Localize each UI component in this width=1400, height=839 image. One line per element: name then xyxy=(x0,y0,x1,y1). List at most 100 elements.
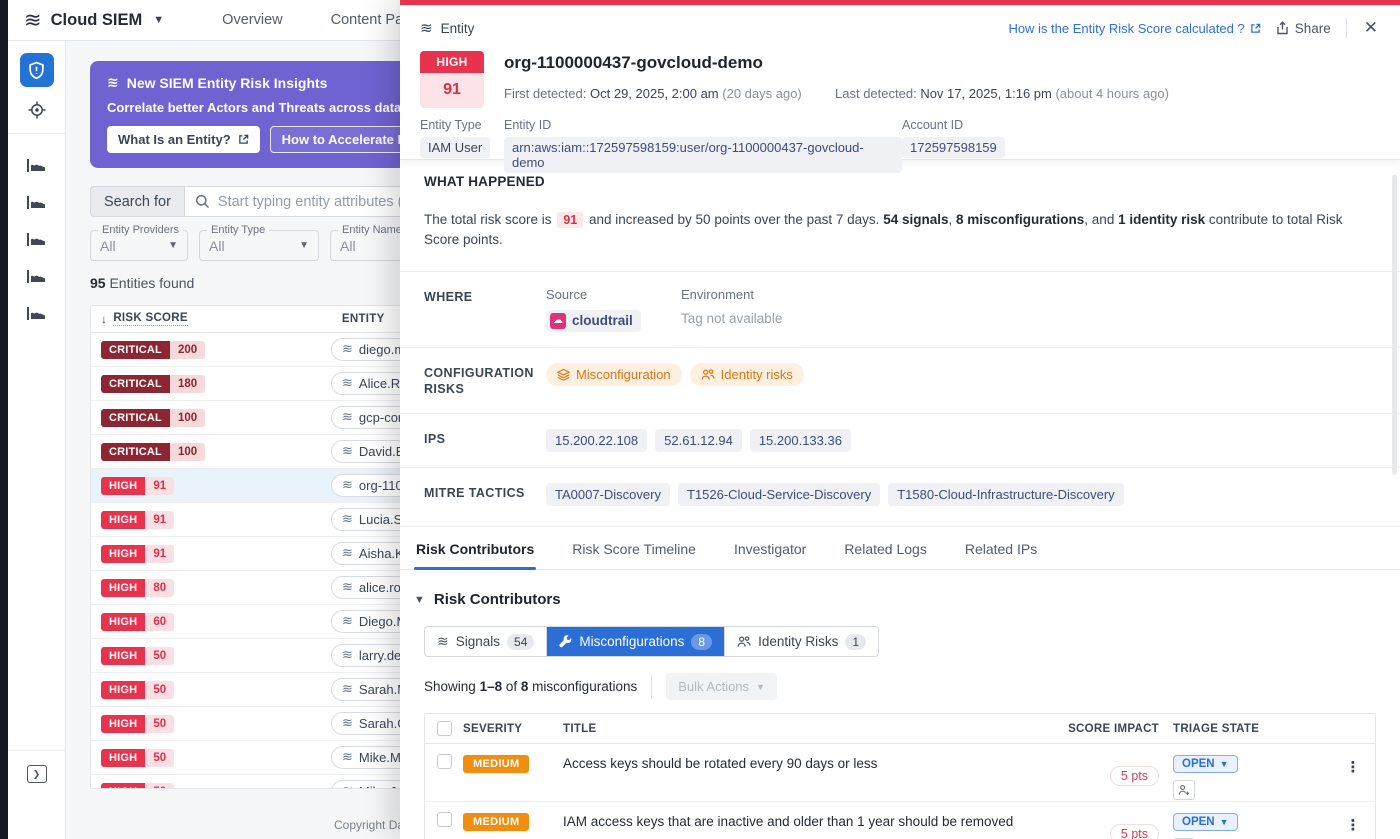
misconfigurations-count-text: 8 misconfigurations xyxy=(956,212,1084,227)
misconfiguration-chip-label: Misconfiguration xyxy=(576,367,671,382)
detection-times: First detected: Oct 29, 2025, 2:00 am (2… xyxy=(504,86,1169,101)
row-menu-icon[interactable]: ⋮ xyxy=(1331,754,1375,776)
share-icon xyxy=(1276,21,1289,35)
tab-investigator[interactable]: Investigator xyxy=(732,541,808,569)
risk-score-badge: HIGH60 xyxy=(101,613,251,631)
panel-tabs: Risk Contributors Risk Score Timeline In… xyxy=(400,527,1400,570)
expand-panel-icon[interactable]: ❯ xyxy=(27,765,47,783)
ip-chip[interactable]: 52.61.12.94 xyxy=(655,429,742,452)
select-all-checkbox[interactable] xyxy=(437,721,452,736)
sidebar-item-dashboard-3[interactable] xyxy=(26,228,48,250)
filter-entity-providers[interactable]: Entity Providers All ▼ xyxy=(90,230,188,261)
last-detected-value: Nov 17, 2025, 1:16 pm xyxy=(920,86,1052,101)
tab-related-logs[interactable]: Related Logs xyxy=(842,541,929,569)
sort-descending-icon[interactable]: ↓ xyxy=(101,312,107,326)
share-button[interactable]: Share xyxy=(1276,21,1331,36)
column-risk-score[interactable]: RISK SCORE xyxy=(113,312,188,326)
chevron-down-icon: ▼ xyxy=(414,594,425,606)
risk-score-value: 91 xyxy=(145,511,174,529)
bulk-actions-button[interactable]: Bulk Actions ▼ xyxy=(666,673,777,700)
bulk-actions-label: Bulk Actions xyxy=(678,679,749,694)
account-id-value[interactable]: 172597598159 xyxy=(902,137,1005,158)
area-chart-icon xyxy=(26,194,47,211)
risk-contributors-heading: Risk Contributors xyxy=(434,591,561,608)
filter-entity-type[interactable]: Entity Type All ▼ xyxy=(199,230,319,261)
severity-label: HIGH xyxy=(101,579,145,597)
mitre-tactic-chip[interactable]: T1526-Cloud-Service-Discovery xyxy=(678,483,880,506)
what-is-entity-button[interactable]: What Is an Entity? xyxy=(107,126,260,153)
wh-text: and increased by 50 points over the past… xyxy=(589,212,879,227)
panel-scrollbar[interactable] xyxy=(1392,175,1397,475)
assign-user-button[interactable] xyxy=(1173,780,1195,800)
risk-score-help-link[interactable]: How is the Entity Risk Score calculated … xyxy=(1008,21,1260,36)
tab-risk-score-timeline[interactable]: Risk Score Timeline xyxy=(570,541,698,569)
risk-score-value: 80 xyxy=(145,579,174,597)
copyright-text: Copyright Da xyxy=(334,818,404,832)
sidebar-item-detection[interactable] xyxy=(26,99,48,121)
misconfiguration-title[interactable]: IAM access keys that are inactive and ol… xyxy=(563,812,1041,829)
risk-score-value: 200 xyxy=(170,341,205,359)
wh-text: , and xyxy=(1084,212,1114,227)
ip-chip[interactable]: 15.200.133.36 xyxy=(750,429,851,452)
ips-section: IPS 15.200.22.108 52.61.12.94 15.200.133… xyxy=(400,414,1400,468)
risk-score-value: 50 xyxy=(145,783,174,790)
sidebar-item-dashboard-1[interactable] xyxy=(26,154,48,176)
severity-badge: MEDIUM xyxy=(463,813,529,831)
source-value: cloudtrail xyxy=(572,313,633,328)
row-checkbox[interactable] xyxy=(437,754,452,769)
product-switcher[interactable]: ≋ Cloud SIEM ▼ xyxy=(24,10,164,31)
nav-item-overview[interactable]: Overview xyxy=(222,12,282,28)
first-detected-label: First detected: xyxy=(504,86,586,101)
risk-score-badge: HIGH50 xyxy=(101,681,251,699)
risk-score-badge: HIGH50 xyxy=(101,783,251,790)
entity-shield-icon: ≋ xyxy=(342,647,353,663)
sidebar-item-dashboard-5[interactable] xyxy=(26,302,48,324)
chevron-down-icon: ▼ xyxy=(1220,759,1229,769)
misconfiguration-title[interactable]: Access keys should be rotated every 90 d… xyxy=(563,754,1041,771)
misconfiguration-chip[interactable]: Misconfiguration xyxy=(546,363,682,386)
risk-score-value: 91 xyxy=(145,477,174,495)
segment-signals[interactable]: ≋ Signals 54 xyxy=(425,627,547,656)
entity-shield-icon: ≋ xyxy=(342,511,353,527)
triage-state-dropdown[interactable]: OPEN▼ xyxy=(1173,755,1238,773)
area-chart-icon xyxy=(26,305,47,322)
tab-related-ips[interactable]: Related IPs xyxy=(963,541,1039,569)
sidebar-item-dashboard-4[interactable] xyxy=(26,265,48,287)
signals-count-text: 54 signals xyxy=(883,212,948,227)
mitre-tactic-chip[interactable]: TA0007-Discovery xyxy=(546,483,670,506)
close-icon[interactable]: ✕ xyxy=(1362,18,1380,38)
identity-risks-chip[interactable]: Identity risks xyxy=(690,363,804,386)
misconfiguration-row[interactable]: MEDIUMAccess keys should be rotated ever… xyxy=(425,744,1375,802)
severity-label: CRITICAL xyxy=(101,375,170,393)
triage-state-dropdown[interactable]: OPEN▼ xyxy=(1173,813,1238,831)
segment-identity-risks[interactable]: Identity Risks 1 xyxy=(725,627,878,656)
severity-label: HIGH xyxy=(101,613,145,631)
area-chart-icon xyxy=(26,268,47,285)
results-count-line: 95 Entities found xyxy=(90,275,194,291)
layers-icon xyxy=(557,368,570,381)
mitre-tactic-chip[interactable]: T1580-Cloud-Infrastructure-Discovery xyxy=(888,483,1123,506)
chevron-down-icon: ▼ xyxy=(756,682,765,692)
wrench-icon xyxy=(559,635,572,648)
app-left-rail xyxy=(0,0,8,839)
entity-shield-icon: ≋ xyxy=(342,409,353,425)
entity-shield-icon: ≋ xyxy=(342,681,353,697)
sidebar-item-dashboard-2[interactable] xyxy=(26,191,48,213)
divider xyxy=(651,676,652,698)
risk-score-value: 100 xyxy=(170,443,205,461)
risk-score-badge: HIGH50 xyxy=(101,647,251,665)
row-checkbox[interactable] xyxy=(437,812,452,827)
severity-label: CRITICAL xyxy=(101,443,170,461)
source-chip[interactable]: ☁ cloudtrail xyxy=(546,310,641,332)
mitre-tactics-label: MITRE TACTICS xyxy=(424,483,546,506)
misconfiguration-row[interactable]: MEDIUM IAM access keys that are inactive … xyxy=(425,802,1375,839)
risk-contributors-collapse-header[interactable]: ▼ Risk Contributors xyxy=(414,591,1400,608)
what-happened-section: WHAT HAPPENED The total risk score is 91… xyxy=(400,160,1400,272)
row-menu-icon[interactable]: ⋮ xyxy=(1331,812,1375,834)
tab-risk-contributors[interactable]: Risk Contributors xyxy=(414,541,536,569)
column-severity: SEVERITY xyxy=(463,723,563,735)
segment-misconfigurations[interactable]: Misconfigurations 8 xyxy=(547,627,725,656)
ip-chip[interactable]: 15.200.22.108 xyxy=(546,429,647,452)
sidebar-item-security-active[interactable] xyxy=(20,53,54,87)
entity-shield-icon: ≋ xyxy=(420,19,433,37)
